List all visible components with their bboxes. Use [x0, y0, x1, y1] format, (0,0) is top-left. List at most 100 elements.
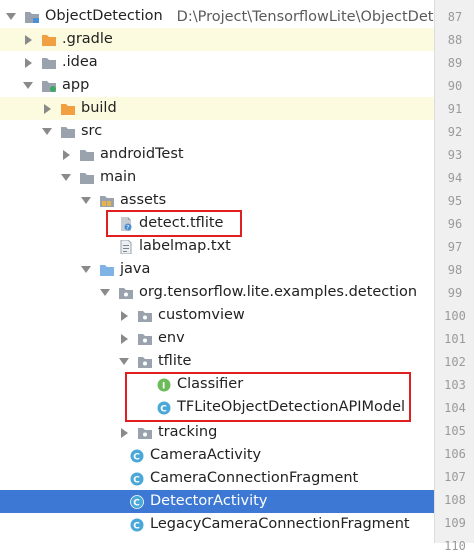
tree-label: TFLiteObjectDetectionAPIModel — [177, 399, 406, 415]
interface-icon: I — [156, 378, 172, 392]
chevron-down-icon[interactable] — [59, 171, 73, 185]
tree-row-idea[interactable]: .idea — [0, 51, 434, 74]
tree-row-package[interactable]: org.tensorflow.lite.examples.detection — [0, 281, 434, 304]
module-folder-icon — [24, 10, 40, 24]
tree-row-customview[interactable]: customview — [0, 304, 434, 327]
line-number: 107 — [444, 470, 466, 484]
folder-icon — [60, 125, 76, 139]
line-number: 97 — [447, 240, 463, 254]
line-number: 102 — [444, 355, 466, 369]
tree-row-tflite-model[interactable]: C TFLiteObjectDetectionAPIModel — [0, 396, 434, 419]
chevron-down-icon[interactable] — [117, 355, 131, 369]
tree-row-camera-activity[interactable]: C CameraActivity — [0, 444, 434, 467]
tree-label: .gradle — [62, 31, 113, 47]
line-number: 108 — [444, 493, 466, 507]
svg-text:I: I — [162, 381, 165, 391]
resource-folder-icon — [99, 194, 115, 208]
tree-label: Classifier — [177, 376, 244, 392]
chevron-down-icon[interactable] — [79, 263, 93, 277]
line-number: 95 — [447, 194, 463, 208]
package-icon — [137, 332, 153, 346]
tree-row-assets[interactable]: assets — [0, 189, 434, 212]
tree-row-tflite[interactable]: tflite — [0, 350, 434, 373]
tree-label: env — [158, 330, 185, 346]
line-number: 89 — [447, 56, 463, 70]
tree-row-gradle[interactable]: .gradle — [0, 28, 434, 51]
excluded-folder-icon — [41, 33, 57, 47]
tree-label: assets — [120, 192, 167, 208]
tree-label: app — [62, 77, 90, 93]
line-number: 94 — [447, 171, 463, 185]
tree-row-tracking[interactable]: tracking — [0, 421, 434, 444]
svg-text:C: C — [133, 475, 140, 485]
folder-icon — [41, 56, 57, 70]
text-file-icon — [118, 239, 134, 254]
svg-text:?: ? — [126, 224, 129, 231]
class-icon: C — [129, 449, 145, 463]
line-number: 99 — [447, 286, 463, 300]
chevron-down-icon[interactable] — [98, 286, 112, 300]
line-number: 96 — [447, 217, 463, 231]
chevron-right-icon[interactable] — [21, 33, 35, 47]
tree-row-src[interactable]: src — [0, 120, 434, 143]
tree-label: CameraActivity — [150, 447, 262, 463]
tree-row-legacy-camera-connection-fragment[interactable]: C LegacyCameraConnectionFragment — [0, 513, 434, 536]
chevron-right-icon[interactable] — [21, 56, 35, 70]
tree-row-env[interactable]: env — [0, 327, 434, 350]
svg-text:C: C — [133, 452, 140, 462]
chevron-right-icon[interactable] — [117, 426, 131, 440]
line-number: 101 — [444, 332, 466, 346]
class-icon: C — [129, 494, 145, 509]
tree-label: java — [120, 261, 151, 277]
chevron-down-icon[interactable] — [79, 194, 93, 208]
line-number: 93 — [447, 148, 463, 162]
project-path: D:\Project\TensorflowLite\ObjectDetectio — [176, 8, 434, 25]
tree-label: main — [100, 169, 137, 185]
line-number: 106 — [444, 447, 466, 461]
tree-row-app[interactable]: app — [0, 74, 434, 97]
tree-label: org.tensorflow.lite.examples.detection — [139, 284, 418, 300]
tree-row-partial — [0, 536, 434, 543]
tree-label: .idea — [62, 54, 98, 70]
tree-label: androidTest — [100, 146, 184, 162]
chevron-down-icon[interactable] — [21, 79, 35, 93]
package-icon — [137, 426, 153, 440]
line-number: 104 — [444, 401, 466, 415]
tree-row-java[interactable]: java — [0, 258, 434, 281]
line-number-gutter: 87 88 89 90 91 92 93 94 95 96 97 98 99 100 101 102 103 10… — [434, 0, 474, 553]
tree-label: tracking — [158, 424, 218, 440]
chevron-right-icon[interactable] — [59, 148, 73, 162]
tree-row-camera-connection-fragment[interactable]: C CameraConnectionFragment — [0, 467, 434, 490]
tree-label: customview — [158, 307, 245, 323]
folder-icon — [79, 148, 95, 162]
tree-row-android-test[interactable]: androidTest — [0, 143, 434, 166]
tree-row-build[interactable]: build — [0, 97, 434, 120]
chevron-right-icon[interactable] — [117, 332, 131, 346]
line-number: 105 — [444, 424, 466, 438]
project-name: ObjectDetection — [45, 8, 163, 24]
chevron-down-icon[interactable] — [4, 10, 18, 24]
tree-label: CameraConnectionFragment — [150, 470, 359, 486]
chevron-right-icon[interactable] — [40, 102, 54, 116]
tree-row-main[interactable]: main — [0, 166, 434, 189]
line-number: 92 — [447, 125, 463, 139]
class-icon: C — [129, 518, 145, 532]
tree-row-detector-activity[interactable]: C DetectorActivity — [0, 490, 434, 513]
chevron-down-icon[interactable] — [40, 125, 54, 139]
tree-row-classifier[interactable]: I Classifier — [0, 373, 434, 396]
class-icon: C — [129, 472, 145, 486]
tree-row-labelmap[interactable]: labelmap.txt — [0, 235, 434, 258]
module-folder-icon — [41, 79, 57, 93]
line-number: 88 — [447, 33, 463, 47]
line-number: 91 — [447, 102, 463, 116]
package-icon — [137, 309, 153, 323]
line-number: 87 — [447, 10, 463, 24]
tree-row-project-root[interactable]: ObjectDetection D:\Project\TensorflowLit… — [0, 5, 434, 28]
line-number: 90 — [447, 79, 463, 93]
tree-row-detect-tflite[interactable]: ? detect.tflite — [0, 212, 434, 235]
chevron-right-icon[interactable] — [117, 309, 131, 323]
svg-text:C: C — [160, 404, 167, 414]
tree-label: tflite — [158, 353, 192, 369]
tree-label: detect.tflite — [139, 215, 224, 231]
folder-icon — [79, 171, 95, 185]
